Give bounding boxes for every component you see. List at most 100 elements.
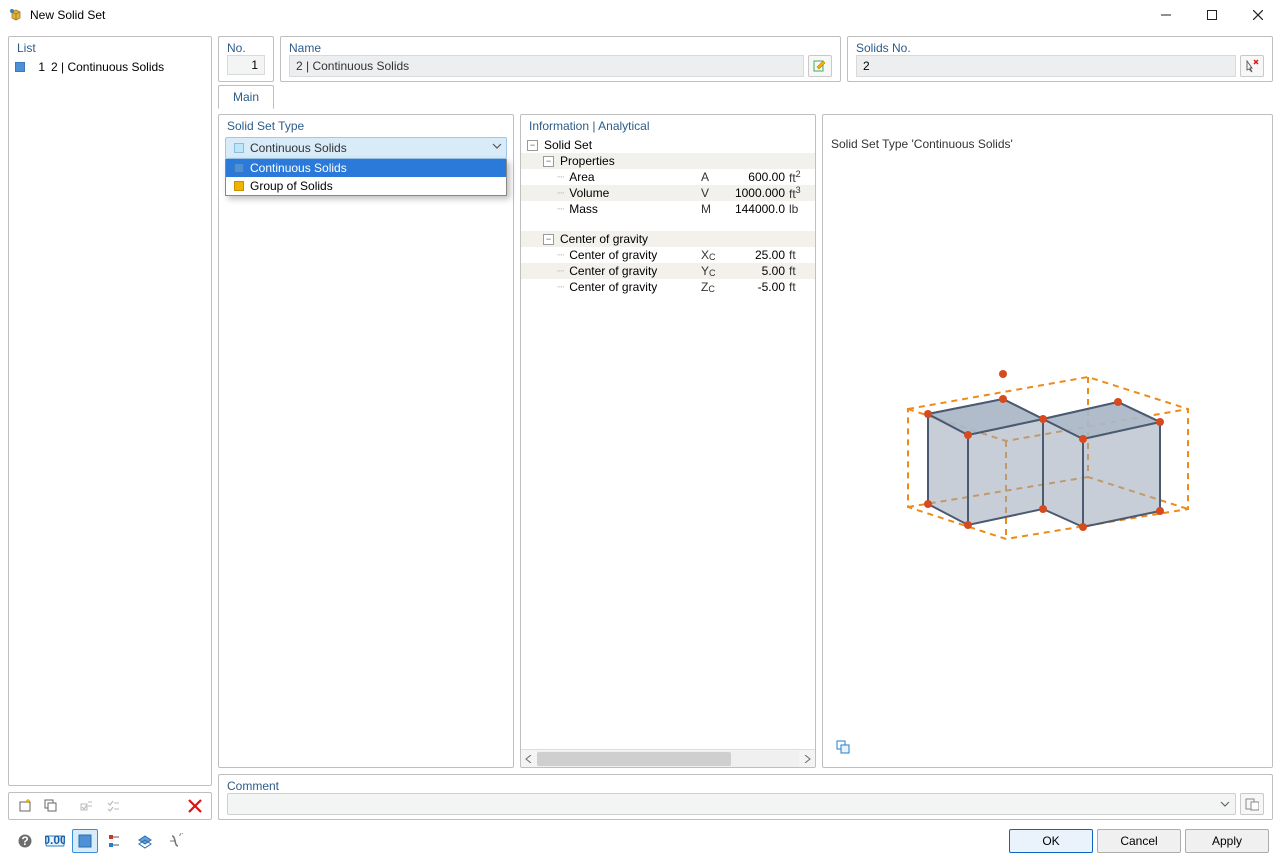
prop-val: 600.00	[729, 170, 785, 184]
list-toolbar	[8, 792, 212, 820]
window-controls	[1143, 0, 1281, 30]
option-swatch-icon	[234, 181, 244, 191]
prop-sym: V	[701, 186, 729, 200]
prop-sym: M	[701, 202, 729, 216]
copy-item-button[interactable]	[39, 795, 63, 817]
preview-cascade-button[interactable]	[831, 736, 855, 758]
prop-name: Area	[563, 170, 701, 184]
scroll-left-button[interactable]	[521, 751, 537, 767]
cog-val: 5.00	[729, 264, 785, 278]
name-label: Name	[289, 41, 832, 55]
solid-set-preview-icon	[888, 329, 1208, 559]
app-icon	[8, 7, 24, 23]
comment-label: Comment	[227, 779, 1264, 793]
information-panel: Information | Analytical −Solid Set −Pro…	[520, 114, 816, 768]
list-panel: List 1 2 | Continuous Solids	[8, 36, 212, 786]
edit-name-button[interactable]	[808, 55, 832, 77]
combo-dropdown: Continuous Solids Group of Solids	[225, 159, 507, 196]
list-item-name: 2 | Continuous Solids	[51, 60, 164, 74]
close-button[interactable]	[1235, 0, 1281, 30]
units-button[interactable]: 0.00	[42, 829, 68, 853]
preview-label: Solid Set Type 'Continuous Solids'	[831, 137, 1266, 151]
list-item-icon	[15, 62, 25, 72]
list-item[interactable]: 1 2 | Continuous Solids	[9, 59, 211, 75]
tab-main[interactable]: Main	[218, 85, 274, 109]
minimize-button[interactable]	[1143, 0, 1189, 30]
combo-swatch-icon	[234, 143, 244, 153]
cog-sym: XC	[701, 248, 729, 262]
cog-unit: ft	[785, 280, 809, 294]
name-panel: Name 2 | Continuous Solids	[280, 36, 841, 82]
combo-option-continuous[interactable]: Continuous Solids	[226, 159, 506, 177]
preview-canvas[interactable]	[829, 155, 1266, 733]
comment-input[interactable]	[227, 793, 1236, 815]
combo-option-group[interactable]: Group of Solids	[226, 177, 506, 195]
tree-toggle[interactable]: −	[543, 234, 554, 245]
tree-cog: Center of gravity	[558, 232, 809, 246]
new-item-button[interactable]	[13, 795, 37, 817]
prop-unit: ft2	[785, 169, 809, 185]
no-value: 1	[227, 55, 265, 75]
check-all-button[interactable]	[101, 795, 125, 817]
svg-text:0.00: 0.00	[45, 833, 65, 847]
maximize-button[interactable]	[1189, 0, 1235, 30]
dialog-footer: ? 0.00 ^ OK Cancel Apply	[8, 826, 1273, 856]
cog-unit: ft	[785, 248, 809, 262]
chevron-down-icon	[1219, 798, 1231, 810]
prop-unit: ft3	[785, 185, 809, 201]
scroll-right-button[interactable]	[799, 751, 815, 767]
no-panel: No. 1	[218, 36, 274, 82]
cog-name: Center of gravity	[563, 280, 701, 294]
tabs: Main	[218, 86, 1273, 108]
solid-set-type-panel: Solid Set Type Continuous Solids	[218, 114, 514, 768]
svg-text:^: ^	[179, 833, 183, 843]
scroll-thumb[interactable]	[537, 752, 731, 766]
chevron-down-icon	[491, 140, 503, 152]
cog-sym: ZC	[701, 280, 729, 294]
name-input[interactable]: 2 | Continuous Solids	[289, 55, 804, 77]
pick-solids-button[interactable]	[1240, 55, 1264, 77]
info-tree: −Solid Set −Properties ┈AreaA600.00ft2 ┈…	[521, 137, 815, 749]
comment-panel: Comment	[218, 774, 1273, 820]
tree-properties: Properties	[558, 154, 809, 168]
solids-no-panel: Solids No. 2	[847, 36, 1273, 82]
prop-name: Mass	[563, 202, 701, 216]
ok-button[interactable]: OK	[1009, 829, 1093, 853]
prop-name: Volume	[563, 186, 701, 200]
solid-set-type-combo[interactable]: Continuous Solids Continuous Solids	[225, 137, 507, 159]
titlebar: New Solid Set	[0, 0, 1281, 30]
tree-toggle[interactable]: −	[543, 156, 554, 167]
prop-sym: A	[701, 170, 729, 184]
apply-button[interactable]: Apply	[1185, 829, 1269, 853]
tree-toggle[interactable]: −	[527, 140, 538, 151]
cog-val: 25.00	[729, 248, 785, 262]
layer-button[interactable]	[132, 829, 158, 853]
cog-name: Center of gravity	[563, 264, 701, 278]
option-label: Group of Solids	[250, 179, 333, 193]
combo-selected: Continuous Solids	[250, 141, 347, 155]
list-label: List	[17, 41, 36, 55]
horizontal-scrollbar[interactable]	[521, 749, 815, 767]
information-label: Information | Analytical	[529, 119, 650, 133]
solids-no-input[interactable]: 2	[856, 55, 1236, 77]
cog-unit: ft	[785, 264, 809, 278]
scroll-track[interactable]	[537, 751, 799, 767]
help-button[interactable]: ?	[12, 829, 38, 853]
function-button[interactable]: ^	[162, 829, 188, 853]
tree-solid-set: Solid Set	[542, 138, 809, 152]
option-swatch-icon	[234, 163, 244, 173]
display-button[interactable]	[72, 829, 98, 853]
prop-unit: lb	[785, 202, 809, 216]
save-comment-button[interactable]	[1240, 793, 1264, 815]
cancel-button[interactable]: Cancel	[1097, 829, 1181, 853]
cog-name: Center of gravity	[563, 248, 701, 262]
solids-no-label: Solids No.	[856, 41, 1264, 55]
solid-set-type-label: Solid Set Type	[227, 119, 304, 133]
check-selected-button[interactable]	[75, 795, 99, 817]
no-label: No.	[227, 41, 265, 55]
delete-item-button[interactable]	[183, 795, 207, 817]
preview-panel: Solid Set Type 'Continuous Solids'	[822, 114, 1273, 768]
list-item-index: 1	[31, 60, 45, 74]
tree-button[interactable]	[102, 829, 128, 853]
prop-val: 1000.000	[729, 186, 785, 200]
